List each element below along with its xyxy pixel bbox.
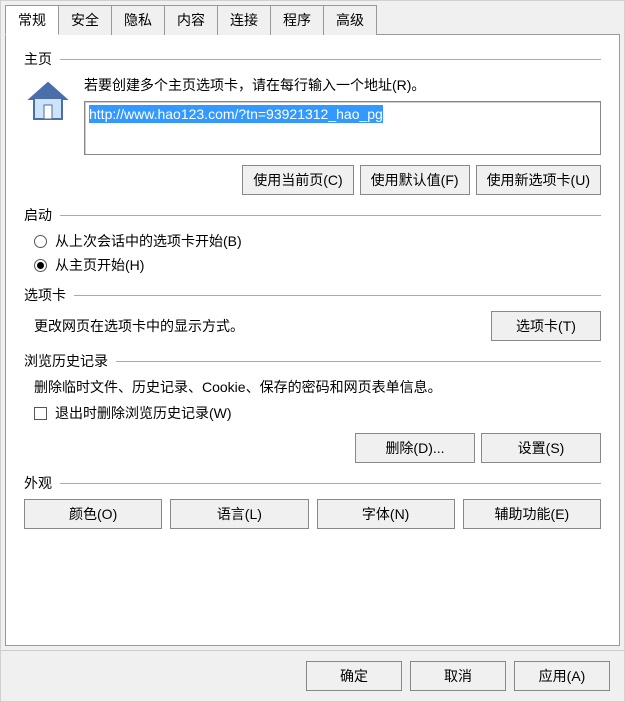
home-icon xyxy=(24,79,72,127)
startup-last-session-option[interactable]: 从上次会话中的选项卡开始(B) xyxy=(34,231,601,251)
radio-icon xyxy=(34,259,47,272)
delete-on-exit-label: 退出时删除浏览历史记录(W) xyxy=(55,403,232,423)
divider xyxy=(116,361,601,362)
startup-group-label: 启动 xyxy=(24,205,60,225)
homepage-description: 若要创建多个主页选项卡，请在每行输入一个地址(R)。 xyxy=(84,75,601,95)
cancel-button[interactable]: 取消 xyxy=(410,661,506,691)
tabs-description: 更改网页在选项卡中的显示方式。 xyxy=(34,316,244,336)
fonts-button[interactable]: 字体(N) xyxy=(317,499,455,529)
tab-privacy[interactable]: 隐私 xyxy=(111,5,165,35)
tab-general[interactable]: 常规 xyxy=(5,5,59,35)
colors-button[interactable]: 颜色(O) xyxy=(24,499,162,529)
tabs-group-label: 选项卡 xyxy=(24,285,74,305)
delete-on-exit-option[interactable]: 退出时删除浏览历史记录(W) xyxy=(34,403,601,423)
checkbox-icon xyxy=(34,407,47,420)
dialog-bottom-bar: 确定 取消 应用(A) xyxy=(1,650,624,701)
appearance-group: 外观 颜色(O) 语言(L) 字体(N) 辅助功能(E) xyxy=(24,473,601,529)
ok-button[interactable]: 确定 xyxy=(306,661,402,691)
startup-group: 启动 从上次会话中的选项卡开始(B) 从主页开始(H) xyxy=(24,205,601,275)
startup-last-session-label: 从上次会话中的选项卡开始(B) xyxy=(55,231,242,251)
tab-content[interactable]: 内容 xyxy=(164,5,218,35)
startup-homepage-label: 从主页开始(H) xyxy=(55,255,144,275)
history-group-label: 浏览历史记录 xyxy=(24,351,116,371)
appearance-group-label: 外观 xyxy=(24,473,60,493)
tab-row: 常规 安全 隐私 内容 连接 程序 高级 xyxy=(1,1,624,35)
use-newtab-button[interactable]: 使用新选项卡(U) xyxy=(476,165,601,195)
divider xyxy=(60,215,601,216)
tab-security[interactable]: 安全 xyxy=(58,5,112,35)
tabs-button[interactable]: 选项卡(T) xyxy=(491,311,601,341)
startup-homepage-option[interactable]: 从主页开始(H) xyxy=(34,255,601,275)
tab-programs[interactable]: 程序 xyxy=(270,5,324,35)
radio-icon xyxy=(34,235,47,248)
history-group: 浏览历史记录 删除临时文件、历史记录、Cookie、保存的密码和网页表单信息。 … xyxy=(24,351,601,463)
tab-advanced[interactable]: 高级 xyxy=(323,5,377,35)
divider xyxy=(60,59,601,60)
homepage-group: 主页 若要创建多个主页选项卡，请在每行输入一个地址(R)。 http://www… xyxy=(24,49,601,195)
homepage-url-value: http://www.hao123.com/?tn=93921312_hao_p… xyxy=(89,105,383,123)
divider xyxy=(60,483,601,484)
accessibility-button[interactable]: 辅助功能(E) xyxy=(463,499,601,529)
divider xyxy=(74,295,601,296)
settings-button[interactable]: 设置(S) xyxy=(481,433,601,463)
homepage-url-input[interactable]: http://www.hao123.com/?tn=93921312_hao_p… xyxy=(84,101,601,155)
general-panel: 主页 若要创建多个主页选项卡，请在每行输入一个地址(R)。 http://www… xyxy=(5,34,620,646)
use-default-button[interactable]: 使用默认值(F) xyxy=(360,165,470,195)
internet-options-dialog: 常规 安全 隐私 内容 连接 程序 高级 主页 若要创建多个主页选项卡，请在每行… xyxy=(0,0,625,702)
delete-button[interactable]: 删除(D)... xyxy=(355,433,475,463)
language-button[interactable]: 语言(L) xyxy=(170,499,308,529)
homepage-group-label: 主页 xyxy=(24,49,60,69)
tabs-group: 选项卡 更改网页在选项卡中的显示方式。 选项卡(T) xyxy=(24,285,601,341)
history-description: 删除临时文件、历史记录、Cookie、保存的密码和网页表单信息。 xyxy=(34,377,601,397)
apply-button[interactable]: 应用(A) xyxy=(514,661,610,691)
use-current-button[interactable]: 使用当前页(C) xyxy=(242,165,353,195)
tab-connections[interactable]: 连接 xyxy=(217,5,271,35)
